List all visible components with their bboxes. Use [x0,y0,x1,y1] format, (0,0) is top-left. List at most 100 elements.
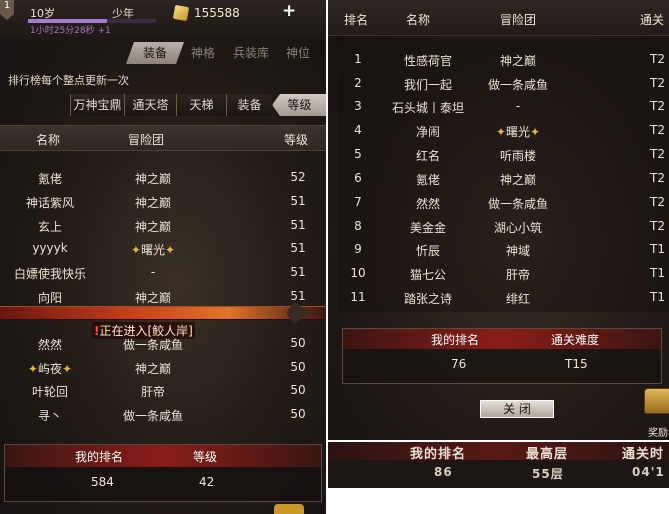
tab-divinity[interactable]: 神格 [184,42,222,64]
row-name: 氪佬 [415,173,440,187]
bottom-time-label: 通关时 [622,447,665,462]
table-row[interactable]: 寻丶 做一条咸鱼 50 [0,403,326,426]
my-rank-header: 我的排名 通关难度 [343,329,661,349]
table-row[interactable]: 白嫖使我快乐 - 51 [0,261,326,284]
table-row[interactable]: ✦屿夜✦ 神之巅 50 [0,356,326,379]
table-row[interactable]: 7 然然 做一条咸鱼 T2 [328,189,669,213]
bottom-time-value: 04'1 [632,465,665,479]
row-level: 51 [290,289,306,303]
table-header: 名称 冒险团 等级 [0,125,326,151]
top-tab-bar: 装备 神格 兵装库 神位 [124,42,326,64]
row-difficulty: T1 [650,266,665,280]
sparkle-icon: ✦ [27,362,38,376]
row-name: 向阳 [37,291,62,305]
row-name: 猫七公 [409,268,446,282]
my-rank-label: 我的排名 [75,450,124,464]
bottom-floor-value: 55层 [532,467,564,481]
row-level: 50 [290,407,306,421]
sparkle-icon: ✦ [530,125,541,139]
bottom-rank-value: 86 [434,465,453,479]
row-rank: 5 [354,147,362,161]
row-name: 玄上 [37,220,62,234]
tab-equipment[interactable]: 装备 [126,42,184,64]
table-row[interactable]: 8 美金金 湖心小筑 T2 [328,213,669,237]
bottom-rank-strip: 我的排名 最高层 通关时 86 55层 04'1 [328,440,669,488]
row-name: yyyyk [32,241,68,255]
row-guild: 神之巅 [134,291,171,305]
table-row[interactable]: yyyyk ✦曙光✦ 51 [0,237,326,260]
row-guild: 做一条咸鱼 [487,78,548,92]
table-row[interactable]: 4 净闹 ✦曙光✦ T2 [328,117,669,141]
row-guild: 神之巅 [499,54,536,68]
my-rank-value: 76 [451,357,467,371]
row-level: 51 [290,265,306,279]
row-name: 石头城丨泰坦 [391,101,464,115]
row-name: 然然 [415,197,440,211]
row-guild: 神之巅 [134,220,171,234]
table-row[interactable]: 神话紫风 神之巅 51 [0,190,326,213]
row-guild: 神之巅 [499,173,536,187]
row-level: 50 [290,360,306,374]
player-status-bar: 1 10岁 少年 1小时25分28秒 +1 155588 + [0,0,326,40]
row-rank: 10 [350,266,366,280]
table-row[interactable]: 向阳 神之巅 51 [0,285,326,308]
row-name: 我们一起 [403,78,452,92]
row-level: 50 [290,383,306,397]
row-rank: 6 [354,171,362,185]
row-difficulty: T1 [650,242,665,256]
row-rank: 7 [354,195,362,209]
my-level-label: 等级 [193,450,218,464]
treasure-chest-icon[interactable] [274,504,304,514]
table-row[interactable]: 玄上 神之巅 51 [0,214,326,237]
row-difficulty: T2 [650,99,665,113]
my-rank-box: 我的排名 通关难度 76 T15 [342,328,662,384]
row-rank: 4 [354,123,362,137]
table-row[interactable]: 6 氪佬 神之巅 T2 [328,165,669,189]
tab-armory[interactable]: 兵装库 [226,42,276,64]
table-row[interactable]: 2 我们一起 做一条咸鱼 T2 [328,70,669,94]
header-name: 名称 [406,13,431,27]
row-guild: 做一条咸鱼 [122,338,183,352]
level-badge: 1 [0,0,14,20]
tab-tower[interactable]: 通天塔 [124,94,176,116]
table-row[interactable]: 5 红名 听雨楼 T2 [328,141,669,165]
row-guild: 神之巅 [134,172,171,186]
table-row[interactable]: 氪佬 神之巅 52 [0,166,326,189]
row-name: 叶轮回 [31,385,68,399]
sparkle-icon: ✦ [62,362,73,376]
gold-amount: 155588 [194,6,240,20]
tab-gear[interactable]: 装备 [226,94,272,116]
tab-level[interactable]: 等级 [272,94,326,116]
tab-ladder[interactable]: 天梯 [176,94,226,116]
my-rank-header: 我的排名 等级 [5,445,321,467]
close-button[interactable]: 关 闭 [480,400,554,418]
loading-banner [0,306,326,320]
table-row[interactable]: 然然 做一条咸鱼 50 [0,332,326,355]
row-guild: - [515,99,521,113]
header-rank: 排名 [344,13,369,27]
table-row[interactable]: 3 石头城丨泰坦 - T2 [328,93,669,117]
row-rank: 3 [354,99,362,113]
bottom-floor-label: 最高层 [526,447,569,462]
table-row[interactable]: 10 猫七公 肝帝 T1 [328,260,669,284]
tab-pantheon-cauldron[interactable]: 万神宝鼎 [70,94,124,116]
add-gold-button[interactable]: + [282,1,296,21]
tab-god-position[interactable]: 神位 [280,42,316,64]
table-row[interactable]: 叶轮回 肝帝 50 [0,379,326,402]
row-name: 性感荷官 [403,54,452,68]
row-guild: ✦曙光✦ [495,125,541,139]
treasure-chest-icon[interactable] [644,388,669,414]
row-level: 51 [290,241,306,255]
header-difficulty: 通关 [640,13,665,27]
row-guild: 湖心小筑 [493,221,542,235]
my-difficulty-value: T15 [565,357,588,371]
row-level: 52 [290,170,306,184]
row-name: 然然 [37,338,62,352]
table-row[interactable]: 1 性感荷官 神之巅 T2 [328,46,669,70]
table-row[interactable]: 9 忻辰 神域 T1 [328,236,669,260]
row-name: 神话紫风 [25,196,74,210]
my-rank-box: 我的排名 等级 584 42 [4,444,322,502]
row-guild: 绯红 [505,292,530,306]
row-guild: 肝帝 [140,385,165,399]
table-row[interactable]: 11 踏张之诗 绯红 T1 [328,284,669,308]
